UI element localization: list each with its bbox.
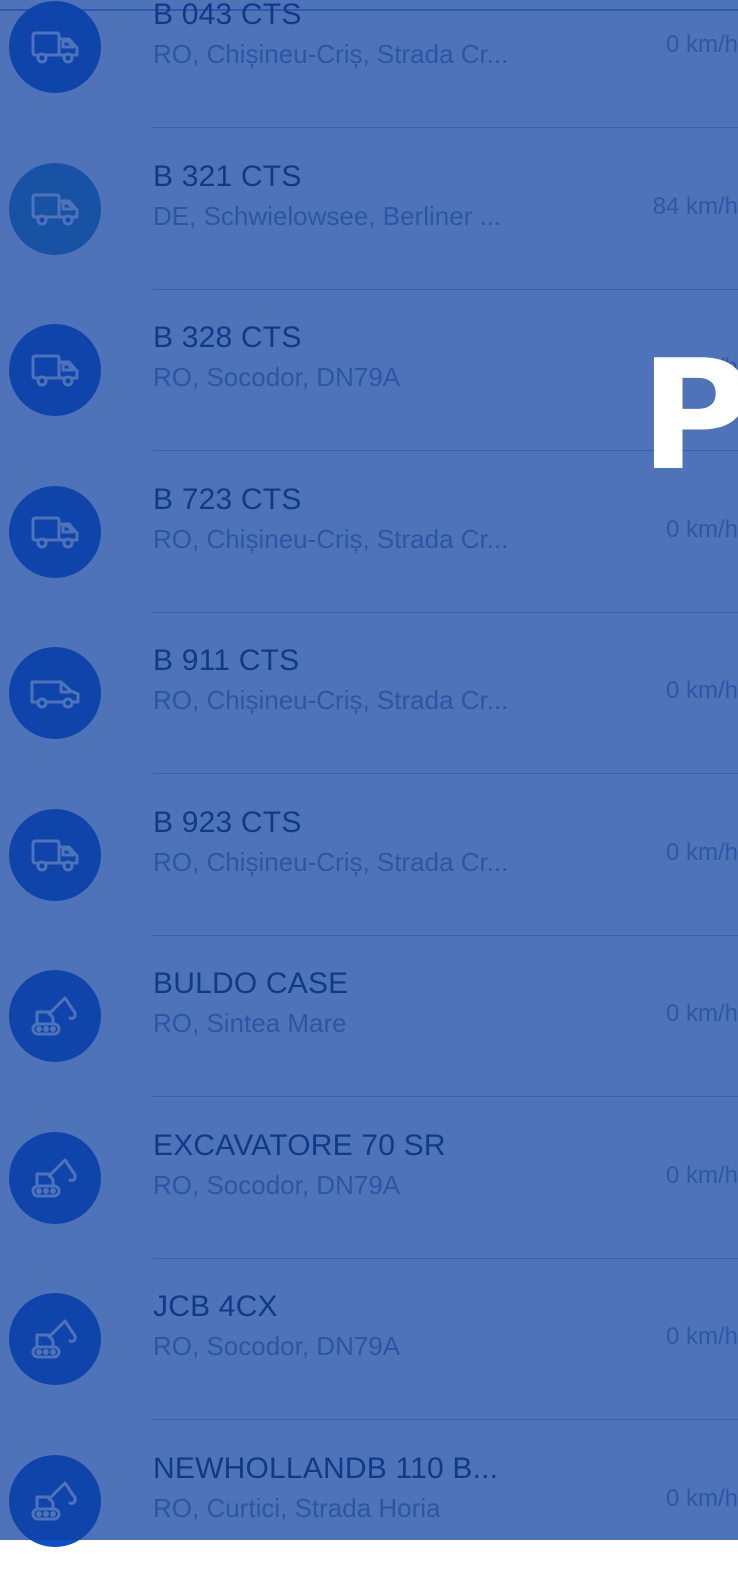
overlay-letter: P — [640, 327, 738, 504]
tutorial-overlay[interactable]: P — [0, 0, 738, 1540]
